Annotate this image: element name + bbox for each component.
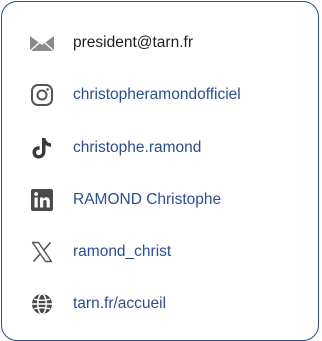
tiktok-icon xyxy=(29,135,55,161)
globe-icon xyxy=(29,291,55,317)
contact-label: christopheramondofficiel xyxy=(73,86,241,103)
contact-label: RAMOND Christophe xyxy=(73,191,222,208)
linkedin-icon xyxy=(29,187,55,213)
contact-row-email[interactable]: president@tarn.fr xyxy=(2,23,318,63)
contact-label: tarn.fr/accueil xyxy=(73,295,167,312)
contact-card: president@tarn.fr christopheramondoffici… xyxy=(1,1,319,341)
instagram-icon xyxy=(29,82,55,108)
contact-label: president@tarn.fr xyxy=(73,34,193,51)
contact-row-linkedin[interactable]: RAMOND Christophe xyxy=(2,180,318,220)
contact-label: ramond_christ xyxy=(73,243,172,260)
contact-row-instagram[interactable]: christopheramondofficiel xyxy=(2,75,318,115)
contact-label: christophe.ramond xyxy=(73,139,202,156)
contact-row-tiktok[interactable]: christophe.ramond xyxy=(2,128,318,168)
envelope-icon xyxy=(29,30,55,56)
contact-row-website[interactable]: tarn.fr/accueil xyxy=(2,284,318,324)
x-icon xyxy=(29,239,55,265)
contact-row-x[interactable]: ramond_christ xyxy=(2,232,318,272)
